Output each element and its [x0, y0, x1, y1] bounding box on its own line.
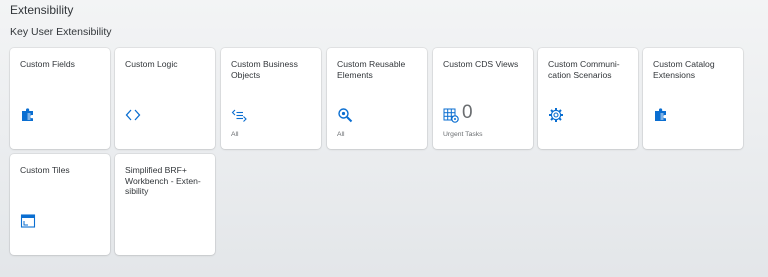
gear-icon	[548, 107, 564, 123]
tile-simplified-brf-workbench[interactable]: Simplified BRF+ Workbench - Exten-sibili…	[115, 154, 215, 255]
tile-title: Custom Fields	[20, 59, 75, 69]
tile-title: Custom Business Objects	[231, 59, 298, 80]
tile-title: Simplified BRF+ Workbench - Exten-sibili…	[125, 165, 201, 196]
group-title: Extensibility	[10, 3, 74, 17]
tile-custom-communication-scenarios[interactable]: Custom Communi-cation Scenarios	[538, 48, 638, 149]
search-gear-icon	[337, 107, 353, 123]
section-title: Key User Extensibility	[10, 26, 112, 38]
tile-title: Custom Logic	[125, 59, 178, 69]
tile-custom-fields[interactable]: Custom Fields	[10, 48, 110, 149]
code-brackets-icon	[125, 107, 141, 123]
tile-footer: All	[231, 131, 239, 138]
tile-custom-business-objects[interactable]: Custom Business Objects All	[221, 48, 321, 149]
tile-window-icon	[20, 213, 36, 229]
puzzle-icon	[653, 107, 669, 123]
tile-footer: All	[337, 131, 345, 138]
puzzle-icon	[20, 107, 36, 123]
tile-title: Custom CDS Views	[443, 59, 519, 69]
tile-custom-reusable-elements[interactable]: Custom Reusable Elements All	[327, 48, 427, 149]
tile-custom-cds-views[interactable]: Custom CDS Views 0 Urgent Tasks	[433, 48, 533, 149]
tile-title: Custom Tiles	[20, 165, 70, 175]
tile-custom-tiles[interactable]: Custom Tiles	[10, 154, 110, 255]
tile-title: Custom Catalog Extensions	[653, 59, 715, 80]
tile-title: Custom Reusable Elements	[337, 59, 406, 80]
kpi-number: 0	[462, 102, 473, 123]
table-gear-icon	[443, 107, 459, 123]
tile-title: Custom Communi-cation Scenarios	[548, 59, 620, 80]
tile-custom-logic[interactable]: Custom Logic	[115, 48, 215, 149]
tile-custom-catalog-extensions[interactable]: Custom Catalog Extensions	[643, 48, 743, 149]
list-arrow-icon	[231, 107, 247, 123]
tile-footer: Urgent Tasks	[443, 131, 483, 138]
